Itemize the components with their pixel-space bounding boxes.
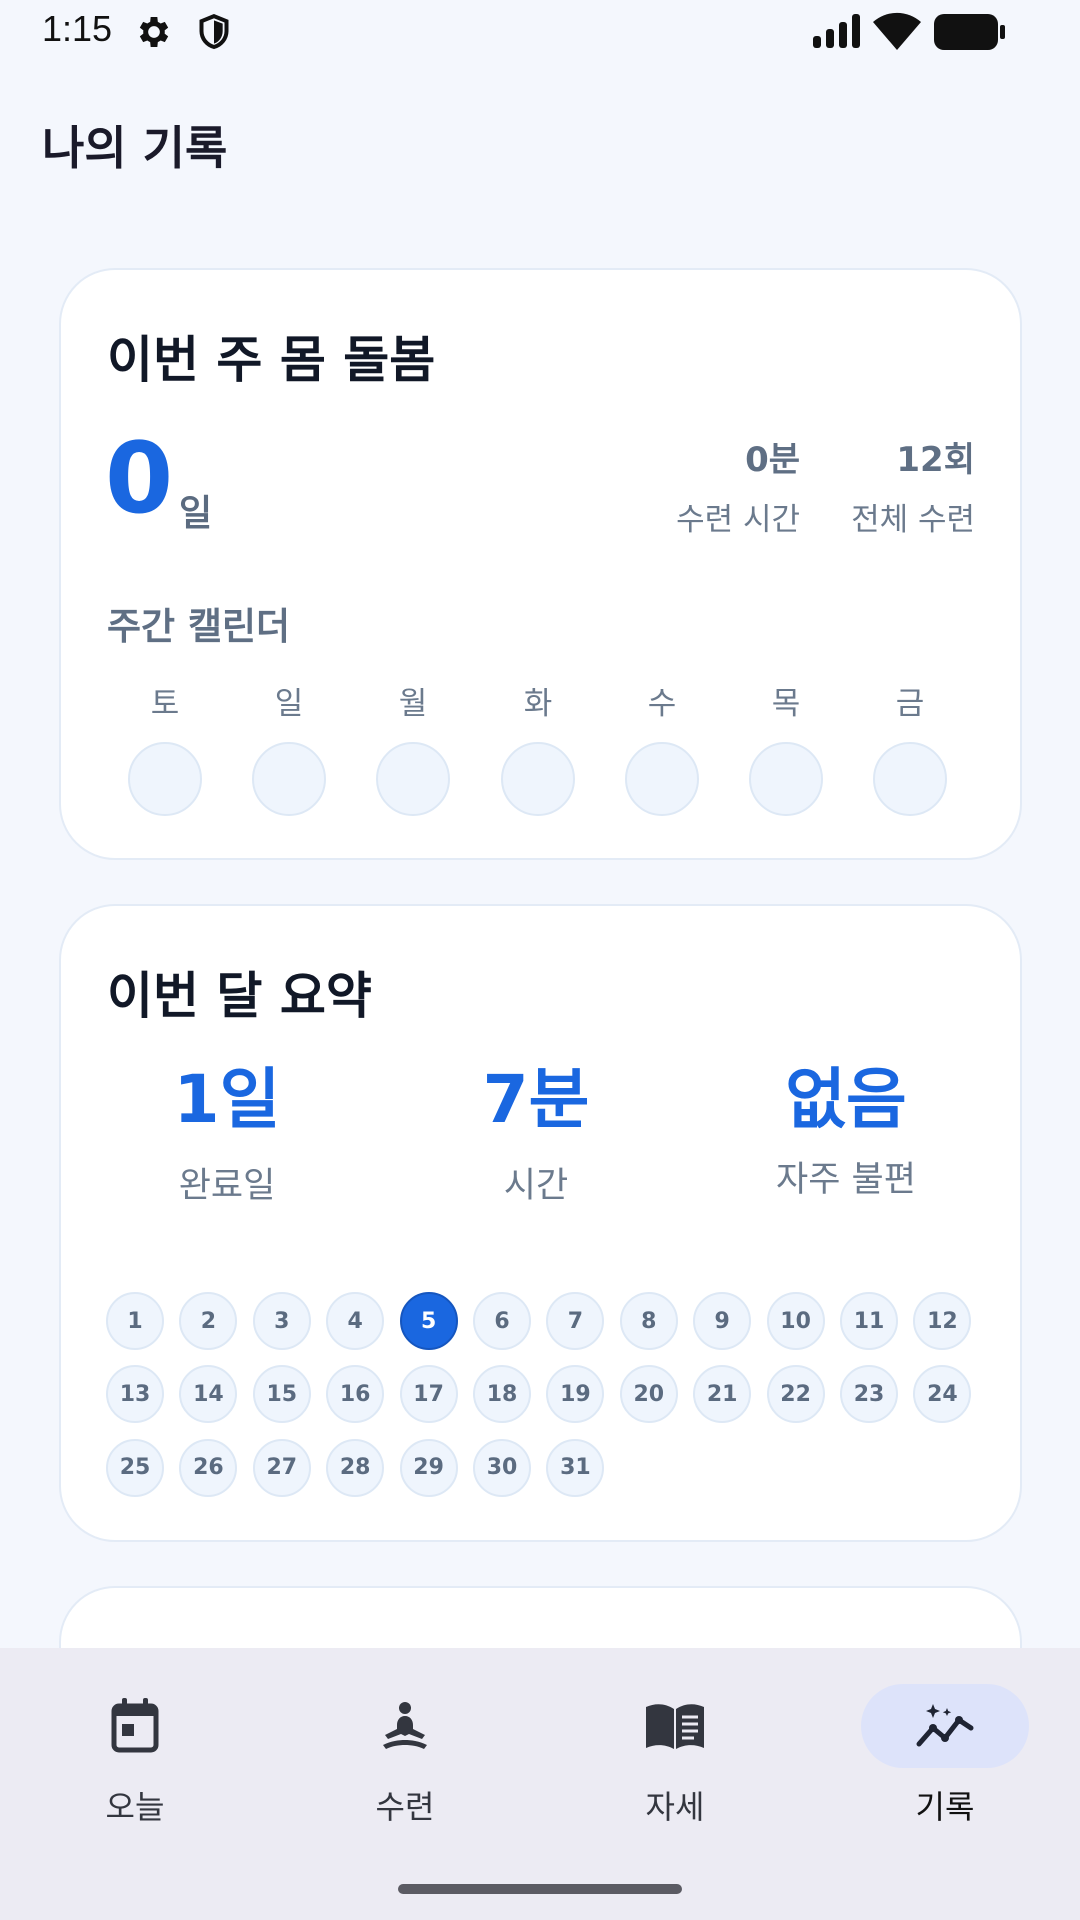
weekday-wed[interactable]: 수: [625, 678, 699, 816]
status-bar: 1:15: [0, 0, 1080, 60]
summary-time: 7분 시간: [411, 1061, 661, 1208]
total-practice-label: 전체 수련: [851, 502, 975, 538]
summary-value: 7분: [482, 1061, 590, 1138]
summary-value: 1일: [173, 1061, 281, 1138]
summary-label: 자주 불편: [776, 1159, 916, 1200]
calendar-date[interactable]: 20: [619, 1365, 678, 1424]
calendar-date[interactable]: 12: [913, 1292, 972, 1350]
calendar-date[interactable]: 19: [546, 1365, 605, 1424]
home-indicator[interactable]: [398, 1884, 682, 1894]
weekly-calendar: 토 일 월 화 수 목 금: [128, 678, 958, 828]
weekday-mon[interactable]: 월: [376, 678, 450, 816]
calendar-date[interactable]: 11: [840, 1292, 898, 1350]
calendar-date[interactable]: 15: [252, 1365, 311, 1424]
calendar-date-selected[interactable]: 5: [399, 1292, 458, 1350]
calendar-date[interactable]: 17: [399, 1365, 458, 1424]
day-indicator: [625, 742, 699, 816]
calendar-date[interactable]: 10: [766, 1292, 825, 1350]
summary-label: 완료일: [178, 1165, 276, 1206]
monthly-summary-card: 이번 달 요약 1일 완료일 7분 시간 없음 자주 불편 1234567891…: [59, 904, 1022, 1542]
calendar-date[interactable]: 8: [619, 1292, 678, 1350]
nav-label: 수련: [375, 1788, 435, 1826]
bottom-navigation: 오늘 수련 자세 기록: [0, 1648, 1080, 1920]
gear-icon: [134, 12, 174, 56]
practice-time-label: 수련 시간: [676, 502, 800, 538]
nav-label: 자세: [645, 1788, 705, 1826]
calendar-date[interactable]: 29: [399, 1438, 458, 1497]
day-indicator: [501, 742, 575, 816]
calendar-date[interactable]: 18: [473, 1365, 531, 1424]
streak-unit: 일: [179, 493, 213, 534]
weekday-label: 월: [398, 686, 428, 722]
weekly-card-title: 이번 주 몸 돌봄: [107, 331, 436, 389]
calendar-date[interactable]: 23: [840, 1365, 898, 1424]
weekday-label: 목: [771, 686, 801, 722]
calendar-date[interactable]: 9: [693, 1292, 752, 1350]
day-indicator: [252, 742, 326, 816]
weekly-care-card: 이번 주 몸 돌봄 0 일 0분 수련 시간 12회 전체 수련 주간 캘린더 …: [59, 268, 1022, 860]
book-icon: [591, 1684, 759, 1768]
calendar-date[interactable]: 6: [473, 1292, 531, 1350]
day-indicator: [749, 742, 823, 816]
weekday-label: 일: [274, 686, 304, 722]
calendar-date[interactable]: 30: [473, 1438, 531, 1497]
calendar-date[interactable]: 27: [252, 1438, 311, 1497]
nav-label: 기록: [915, 1788, 975, 1826]
weekday-tue[interactable]: 화: [501, 678, 575, 816]
total-practice-value: 12회: [896, 440, 975, 480]
summary-value: 없음: [785, 1061, 907, 1138]
status-time: 1:15: [42, 8, 113, 49]
day-indicator: [376, 742, 450, 816]
nav-poses[interactable]: 자세: [590, 1684, 760, 1828]
calendar-date[interactable]: 28: [326, 1438, 385, 1497]
calendar-date[interactable]: 26: [179, 1438, 238, 1497]
nav-today[interactable]: 오늘: [50, 1684, 220, 1828]
wifi-icon: [873, 12, 921, 54]
weekday-label: 화: [523, 686, 553, 722]
practice-time-value: 0분: [745, 440, 800, 480]
nav-label: 오늘: [105, 1788, 165, 1826]
calendar-date[interactable]: 7: [546, 1292, 605, 1350]
calendar-date[interactable]: 14: [179, 1365, 238, 1424]
calendar-date[interactable]: 21: [693, 1365, 752, 1424]
page-title: 나의 기록: [42, 121, 228, 175]
weekday-label: 토: [150, 686, 180, 722]
chart-icon: [861, 1684, 1029, 1768]
summary-completed-days: 1일 완료일: [102, 1061, 352, 1208]
calendar-date[interactable]: 13: [106, 1365, 164, 1424]
signal-icon: [813, 14, 861, 52]
calendar-date[interactable]: 4: [326, 1292, 385, 1350]
meditation-icon: [321, 1684, 489, 1768]
day-indicator: [128, 742, 202, 816]
weekday-fri[interactable]: 금: [873, 678, 947, 816]
weekday-sat[interactable]: 토: [128, 678, 202, 816]
shield-icon: [194, 12, 234, 56]
calendar-icon: [51, 1684, 219, 1768]
weekly-calendar-label: 주간 캘린더: [107, 605, 291, 648]
calendar-date[interactable]: 16: [326, 1365, 385, 1424]
summary-frequent-discomfort: 없음 자주 불편: [721, 1061, 971, 1202]
calendar-date[interactable]: 24: [913, 1365, 972, 1424]
weekday-label: 수: [647, 686, 677, 722]
calendar-date[interactable]: 25: [106, 1438, 164, 1497]
calendar-date[interactable]: 31: [546, 1438, 605, 1497]
battery-icon: [934, 14, 1006, 54]
calendar-date[interactable]: 3: [252, 1292, 311, 1350]
summary-label: 시간: [503, 1165, 569, 1206]
day-indicator: [873, 742, 947, 816]
calendar-date[interactable]: 2: [179, 1292, 238, 1350]
monthly-card-title: 이번 달 요약: [107, 967, 372, 1025]
calendar-date[interactable]: 1: [106, 1292, 164, 1350]
weekday-label: 금: [895, 686, 925, 722]
weekday-thu[interactable]: 목: [749, 678, 823, 816]
nav-practice[interactable]: 수련: [320, 1684, 490, 1828]
nav-records[interactable]: 기록: [860, 1684, 1030, 1828]
calendar-date[interactable]: 22: [766, 1365, 825, 1424]
weekday-sun[interactable]: 일: [252, 678, 326, 816]
streak-value: 0: [105, 422, 174, 536]
